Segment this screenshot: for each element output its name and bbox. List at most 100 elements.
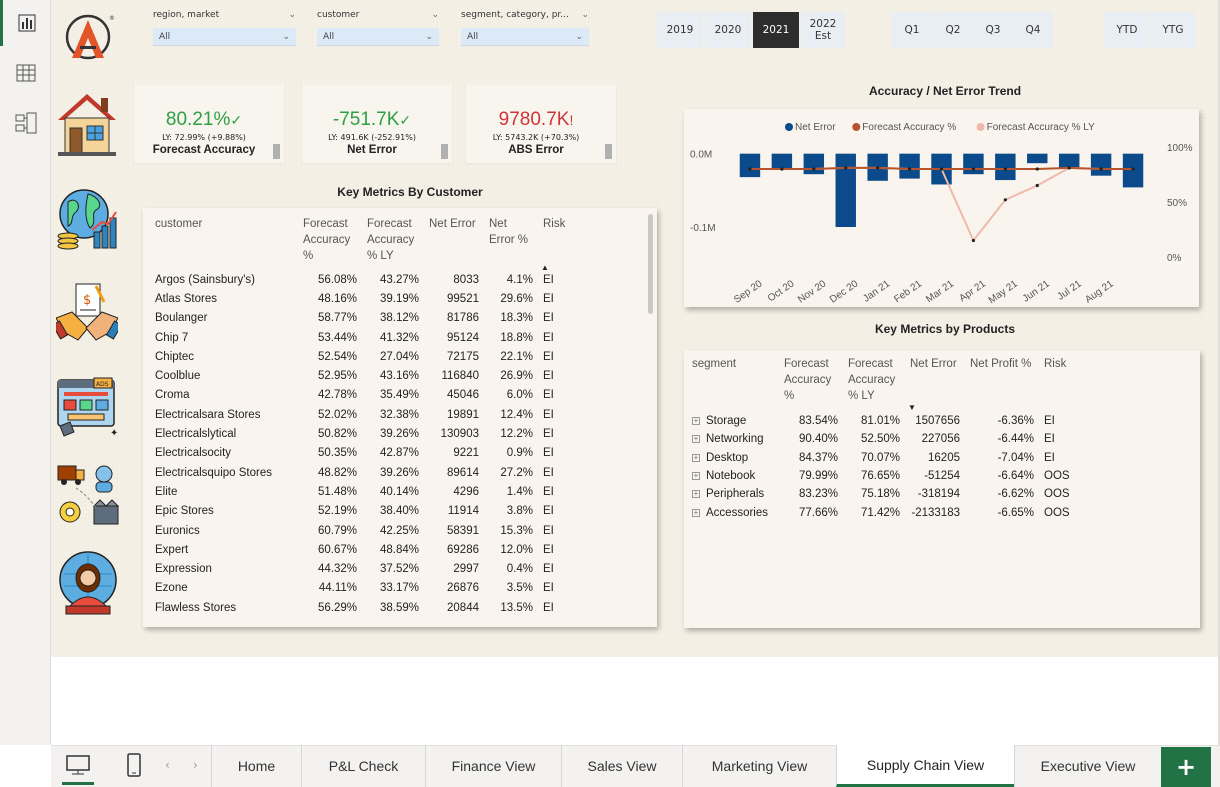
column-header[interactable]: Risk ▲ xyxy=(539,214,573,272)
column-header[interactable]: Risk xyxy=(1040,354,1076,412)
net-error-bar xyxy=(995,153,1016,181)
table-row[interactable]: + Accessories 77.66% 71.42% -2133183 -6.65% OO… xyxy=(688,503,1076,521)
chevron-down-icon[interactable]: ⌄ xyxy=(581,10,589,20)
year-button-2019[interactable]: 2019 xyxy=(657,12,703,48)
table-row[interactable]: Chip 7 53.44% 41.32% 95124 18.8% EI xyxy=(151,328,573,347)
table-cell: 12.2% xyxy=(500,428,533,441)
table-row[interactable]: + Peripherals 83.23% 75.18% -318194 -6.62% OOS xyxy=(688,485,1076,503)
column-header[interactable]: Net Error % xyxy=(485,214,539,270)
table-cell: 81.01% xyxy=(860,415,900,428)
quarter-button-q4[interactable]: Q4 xyxy=(1013,12,1053,48)
tab-pl-check[interactable]: P&L Check xyxy=(301,745,425,787)
table-row[interactable]: Flawless Stores 56.29% 38.59% 20844 13.5% EI xyxy=(151,598,573,617)
table-row[interactable]: Epic Stores 52.19% 38.40% 11914 3.8% EI xyxy=(151,502,573,521)
table-cell: Ezone xyxy=(155,582,188,595)
tab-sales-view[interactable]: Sales View xyxy=(561,745,682,787)
year-button-2021[interactable]: 2021 xyxy=(753,12,799,48)
column-header[interactable]: Net Error xyxy=(425,214,485,270)
table-row[interactable]: Electricalsara Stores 52.02% 32.38% 19891 12… xyxy=(151,405,573,424)
table-scrollbar[interactable] xyxy=(648,214,653,314)
expand-icon[interactable]: + xyxy=(692,490,700,499)
table-cell: OOS xyxy=(1044,470,1070,483)
ytd-button[interactable]: YTD xyxy=(1104,12,1150,48)
column-header[interactable]: Forecast Accuracy % LY xyxy=(363,214,425,270)
tab-finance-view[interactable]: Finance View xyxy=(425,745,561,787)
table-cell: -6.65% xyxy=(997,506,1034,519)
table-row[interactable]: Argos (Sainsbury's) 56.08% 43.27% 8033 4.1% E… xyxy=(151,270,573,289)
table-cell: -51254 xyxy=(924,470,960,483)
table-row[interactable]: Electricalsquipo Stores 48.82% 39.26% 89614… xyxy=(151,463,573,482)
table-view-icon[interactable] xyxy=(0,50,51,96)
table-row[interactable]: Atlas Stores 48.16% 39.19% 99521 29.6% EI xyxy=(151,289,573,308)
tab-label: P&L Check xyxy=(328,758,399,774)
table-cell: + Peripherals xyxy=(688,485,780,503)
desktop-layout-icon[interactable] xyxy=(62,751,94,785)
table-row[interactable]: + Notebook 79.99% 76.65% -51254 -6.64% OOS xyxy=(688,467,1076,485)
region-market-dropdown[interactable]: All ⌄ xyxy=(153,28,296,46)
year-button-2020[interactable]: 2020 xyxy=(705,12,751,48)
table-row[interactable]: Boulanger 58.77% 38.12% 81786 18.3% EI xyxy=(151,309,573,328)
add-page-button[interactable]: + xyxy=(1161,747,1211,787)
table-row[interactable]: Electricalslytical 50.82% 39.26% 130903 12.2… xyxy=(151,424,573,443)
chevron-down-icon[interactable]: ⌄ xyxy=(431,10,439,20)
column-header[interactable]: Forecast Accuracy % xyxy=(780,354,844,412)
quarter-button-q3[interactable]: Q3 xyxy=(973,12,1013,48)
quarter-button-q2[interactable]: Q2 xyxy=(933,12,973,48)
year-button-2022[interactable]: 2022 Est xyxy=(801,12,845,48)
table-cell: 52.95% xyxy=(317,370,357,383)
table-row[interactable]: Coolblue 52.95% 43.16% 116840 26.9% EI xyxy=(151,366,573,385)
quarter-button-q1[interactable]: Q1 xyxy=(892,12,932,48)
expand-icon[interactable]: + xyxy=(692,508,700,517)
tab-home[interactable]: Home xyxy=(211,745,301,787)
region-market-slicer[interactable]: region, market ⌄ All ⌄ xyxy=(153,8,296,46)
kpi-card-net-error: -751.7K✓ LY: 491.6K (-252.91%) Net Error xyxy=(302,85,452,163)
scroll-left-icon[interactable]: ‹ xyxy=(165,758,170,772)
table-cell: EI xyxy=(543,408,554,421)
table-row[interactable]: + Storage 83.54% 81.01% 1507656 -6.36% EI xyxy=(688,412,1076,430)
column-header[interactable]: Forecast Accuracy % xyxy=(299,214,363,270)
expand-icon[interactable]: + xyxy=(692,453,700,462)
table-row[interactable]: Ezone 44.11% 33.17% 26876 3.5% EI xyxy=(151,579,573,598)
tab-marketing-view[interactable]: Marketing View xyxy=(682,745,836,787)
table-row[interactable]: Expression 44.32% 37.52% 2997 0.4% EI xyxy=(151,559,573,578)
supply-chain-icon[interactable] xyxy=(56,462,120,532)
scroll-right-icon[interactable]: › xyxy=(193,758,198,772)
net-error-bar xyxy=(1090,153,1112,176)
model-view-icon[interactable] xyxy=(0,100,51,146)
table-row[interactable]: Electricalsocity 50.35% 42.87% 9221 0.9% EI xyxy=(151,444,573,463)
table-row[interactable]: + Desktop 84.37% 70.07% 16205 -7.04% EI xyxy=(688,449,1076,467)
customer-slicer[interactable]: customer ⌄ All ⌄ xyxy=(317,8,439,46)
ytg-button[interactable]: YTG xyxy=(1151,12,1195,48)
tab-supply-chain-view[interactable]: Supply Chain View xyxy=(836,745,1014,787)
customer-dropdown[interactable]: All ⌄ xyxy=(317,28,439,46)
marketing-ads-icon[interactable]: ADS ✦ xyxy=(56,376,120,444)
finance-globe-icon[interactable] xyxy=(56,186,120,256)
expand-icon[interactable]: + xyxy=(692,472,700,480)
table-cell: 52.54% xyxy=(317,350,357,363)
segment-slicer[interactable]: segment, category, pr... ⌄ All ⌄ xyxy=(461,8,589,46)
table-row[interactable]: Expert 60.67% 48.84% 69286 12.0% EI xyxy=(151,540,573,559)
mobile-layout-icon[interactable] xyxy=(124,752,144,780)
column-header[interactable]: customer xyxy=(151,214,299,270)
sales-handshake-icon[interactable]: $ xyxy=(51,282,123,352)
tab-executive-view[interactable]: Executive View xyxy=(1014,745,1161,787)
home-house-icon[interactable] xyxy=(56,90,118,162)
customer-table-panel: customer Forecast Accuracy % Forecast Ac… xyxy=(143,208,657,627)
table-row[interactable]: + Networking 90.40% 52.50% 227056 -6.44% EI xyxy=(688,430,1076,448)
table-row[interactable]: Chiptec 52.54% 27.04% 72175 22.1% EI xyxy=(151,347,573,366)
column-header[interactable]: Forecast Accuracy % LY xyxy=(844,354,906,412)
chevron-down-icon: ⌄ xyxy=(575,31,583,42)
table-row[interactable]: Croma 42.78% 35.49% 45046 6.0% EI xyxy=(151,386,573,405)
column-header[interactable]: segment xyxy=(688,354,780,412)
chevron-down-icon[interactable]: ⌄ xyxy=(288,10,296,20)
expand-icon[interactable]: + xyxy=(692,417,700,426)
column-header[interactable]: Net Error ▼ xyxy=(906,354,966,412)
legend-marker xyxy=(976,123,985,131)
table-row[interactable]: Euronics 60.79% 42.25% 58391 15.3% EI xyxy=(151,521,573,540)
report-view-icon[interactable] xyxy=(0,0,51,46)
table-row[interactable]: Elite 51.48% 40.14% 4296 1.4% EI xyxy=(151,482,573,501)
expand-icon[interactable]: + xyxy=(692,435,700,444)
executive-avatar-icon[interactable] xyxy=(56,550,120,620)
segment-dropdown[interactable]: All ⌄ xyxy=(461,28,589,46)
column-header[interactable]: Net Profit % xyxy=(966,354,1040,412)
